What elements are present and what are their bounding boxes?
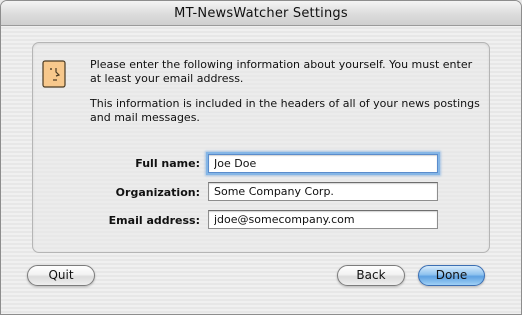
organization-label: Organization:	[115, 186, 200, 199]
full-name-field[interactable]	[208, 154, 438, 173]
face-profile-icon	[42, 60, 66, 88]
back-button[interactable]: Back	[337, 265, 405, 286]
title-bar[interactable]: MT-NewsWatcher Settings	[1, 1, 521, 26]
email-address-label: Email address:	[108, 214, 200, 227]
organization-field[interactable]	[208, 182, 438, 201]
done-button[interactable]: Done	[418, 265, 485, 286]
quit-button[interactable]: Quit	[27, 265, 95, 286]
full-name-label: Full name:	[135, 157, 200, 170]
window-title: MT-NewsWatcher Settings	[174, 6, 348, 21]
headers-note-paragraph: This information is included in the head…	[90, 97, 480, 124]
email-address-field[interactable]	[208, 210, 438, 229]
intro-paragraph: Please enter the following information a…	[90, 58, 473, 85]
